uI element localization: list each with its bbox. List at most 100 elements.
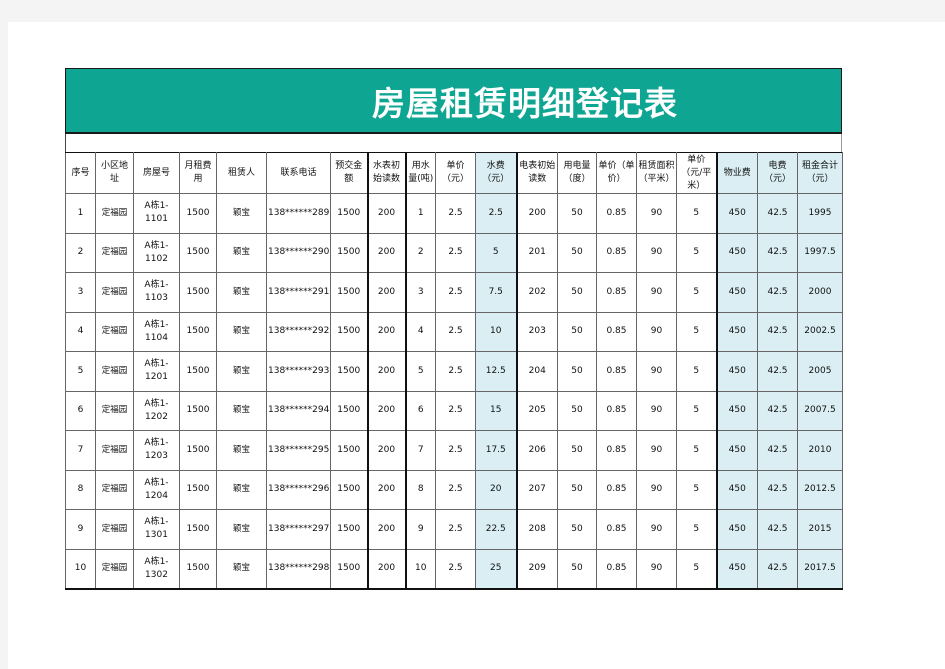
header-col-deposit[interactable]: 预交金额 xyxy=(330,152,368,194)
cell-property-fee[interactable]: 450 xyxy=(715,390,758,431)
header-col-phone[interactable]: 联系电话 xyxy=(266,152,331,194)
cell-water-price[interactable]: 2.5 xyxy=(435,351,476,392)
cell-property-fee[interactable]: 450 xyxy=(715,430,758,471)
cell-tenant[interactable]: 颖宝 xyxy=(216,351,267,392)
cell-deposit[interactable]: 1500 xyxy=(330,351,368,392)
cell-tenant[interactable]: 颖宝 xyxy=(216,509,267,550)
cell-deposit[interactable]: 1500 xyxy=(330,509,368,550)
cell-area-price[interactable]: 5 xyxy=(676,548,717,590)
cell-monthly-rent[interactable]: 1500 xyxy=(179,430,217,471)
cell-water-price[interactable]: 2.5 xyxy=(435,272,476,313)
cell-power-price[interactable]: 0.85 xyxy=(596,390,637,431)
cell-power-start[interactable]: 208 xyxy=(515,509,558,550)
header-col-total-rent[interactable]: 租金合计（元） xyxy=(797,152,843,194)
cell-water-fee[interactable]: 10 xyxy=(475,311,517,352)
cell-power-usage[interactable]: 50 xyxy=(557,311,597,352)
cell-index[interactable]: 5 xyxy=(65,351,96,392)
cell-water-price[interactable]: 2.5 xyxy=(435,193,476,234)
header-col-water-usage[interactable]: 用水量(吨) xyxy=(404,152,436,194)
cell-area[interactable]: 90 xyxy=(636,351,677,392)
cell-room[interactable]: A栋1-1104 xyxy=(133,311,180,352)
cell-water-start[interactable]: 200 xyxy=(366,193,406,234)
cell-water-start[interactable]: 200 xyxy=(366,272,406,313)
cell-phone[interactable]: 138******295 xyxy=(266,430,331,471)
cell-water-fee[interactable]: 20 xyxy=(475,469,517,510)
cell-power-fee[interactable]: 42.5 xyxy=(757,311,798,352)
header-col-room[interactable]: 房屋号 xyxy=(133,152,180,194)
cell-room[interactable]: A栋1-1203 xyxy=(133,430,180,471)
cell-water-start[interactable]: 200 xyxy=(366,351,406,392)
cell-address[interactable]: 定福园 xyxy=(95,232,134,273)
cell-address[interactable]: 定福园 xyxy=(95,193,134,234)
header-col-water-price[interactable]: 单价（元） xyxy=(435,152,476,194)
cell-water-usage[interactable]: 4 xyxy=(404,311,436,352)
cell-monthly-rent[interactable]: 1500 xyxy=(179,469,217,510)
cell-total-rent[interactable]: 2010 xyxy=(797,430,843,471)
cell-total-rent[interactable]: 2002.5 xyxy=(797,311,843,352)
cell-property-fee[interactable]: 450 xyxy=(715,232,758,273)
cell-area-price[interactable]: 5 xyxy=(676,430,717,471)
cell-index[interactable]: 6 xyxy=(65,390,96,431)
cell-power-price[interactable]: 0.85 xyxy=(596,548,637,590)
cell-total-rent[interactable]: 2000 xyxy=(797,272,843,313)
header-col-power-start[interactable]: 电表初始读数 xyxy=(515,152,558,194)
cell-room[interactable]: A栋1-1101 xyxy=(133,193,180,234)
cell-property-fee[interactable]: 450 xyxy=(715,351,758,392)
cell-tenant[interactable]: 颖宝 xyxy=(216,272,267,313)
cell-water-price[interactable]: 2.5 xyxy=(435,311,476,352)
cell-power-fee[interactable]: 42.5 xyxy=(757,272,798,313)
cell-area[interactable]: 90 xyxy=(636,430,677,471)
cell-address[interactable]: 定福园 xyxy=(95,430,134,471)
cell-power-start[interactable]: 200 xyxy=(515,193,558,234)
cell-monthly-rent[interactable]: 1500 xyxy=(179,351,217,392)
cell-monthly-rent[interactable]: 1500 xyxy=(179,548,217,590)
cell-tenant[interactable]: 颖宝 xyxy=(216,469,267,510)
cell-property-fee[interactable]: 450 xyxy=(715,272,758,313)
cell-tenant[interactable]: 颖宝 xyxy=(216,311,267,352)
cell-total-rent[interactable]: 2012.5 xyxy=(797,469,843,510)
cell-area[interactable]: 90 xyxy=(636,193,677,234)
cell-phone[interactable]: 138******290 xyxy=(266,232,331,273)
cell-water-fee[interactable]: 7.5 xyxy=(475,272,517,313)
cell-water-usage[interactable]: 1 xyxy=(404,193,436,234)
cell-area[interactable]: 90 xyxy=(636,548,677,590)
cell-deposit[interactable]: 1500 xyxy=(330,390,368,431)
cell-power-start[interactable]: 201 xyxy=(515,232,558,273)
header-col-tenant[interactable]: 租赁人 xyxy=(216,152,267,194)
cell-deposit[interactable]: 1500 xyxy=(330,193,368,234)
cell-monthly-rent[interactable]: 1500 xyxy=(179,509,217,550)
cell-phone[interactable]: 138******294 xyxy=(266,390,331,431)
cell-total-rent[interactable]: 2017.5 xyxy=(797,548,843,590)
cell-power-start[interactable]: 207 xyxy=(515,469,558,510)
cell-tenant[interactable]: 颖宝 xyxy=(216,548,267,590)
cell-tenant[interactable]: 颖宝 xyxy=(216,193,267,234)
cell-area[interactable]: 90 xyxy=(636,509,677,550)
cell-area-price[interactable]: 5 xyxy=(676,232,717,273)
cell-index[interactable]: 2 xyxy=(65,232,96,273)
cell-monthly-rent[interactable]: 1500 xyxy=(179,193,217,234)
cell-water-fee[interactable]: 25 xyxy=(475,548,517,590)
cell-power-start[interactable]: 202 xyxy=(515,272,558,313)
cell-property-fee[interactable]: 450 xyxy=(715,469,758,510)
cell-water-start[interactable]: 200 xyxy=(366,390,406,431)
sheet-title-cell[interactable]: 房屋租赁明细登记表 xyxy=(65,68,842,134)
header-col-water-fee[interactable]: 水费（元） xyxy=(475,152,517,194)
cell-deposit[interactable]: 1500 xyxy=(330,272,368,313)
cell-address[interactable]: 定福园 xyxy=(95,509,134,550)
cell-water-price[interactable]: 2.5 xyxy=(435,509,476,550)
cell-area-price[interactable]: 5 xyxy=(676,509,717,550)
cell-deposit[interactable]: 1500 xyxy=(330,430,368,471)
cell-power-usage[interactable]: 50 xyxy=(557,193,597,234)
cell-area-price[interactable]: 5 xyxy=(676,311,717,352)
cell-monthly-rent[interactable]: 1500 xyxy=(179,311,217,352)
cell-water-start[interactable]: 200 xyxy=(366,311,406,352)
cell-power-start[interactable]: 205 xyxy=(515,390,558,431)
cell-address[interactable]: 定福园 xyxy=(95,272,134,313)
cell-water-start[interactable]: 200 xyxy=(366,509,406,550)
cell-water-start[interactable]: 200 xyxy=(366,430,406,471)
cell-water-usage[interactable]: 6 xyxy=(404,390,436,431)
cell-room[interactable]: A栋1-1201 xyxy=(133,351,180,392)
cell-deposit[interactable]: 1500 xyxy=(330,469,368,510)
cell-power-price[interactable]: 0.85 xyxy=(596,430,637,471)
cell-power-usage[interactable]: 50 xyxy=(557,351,597,392)
